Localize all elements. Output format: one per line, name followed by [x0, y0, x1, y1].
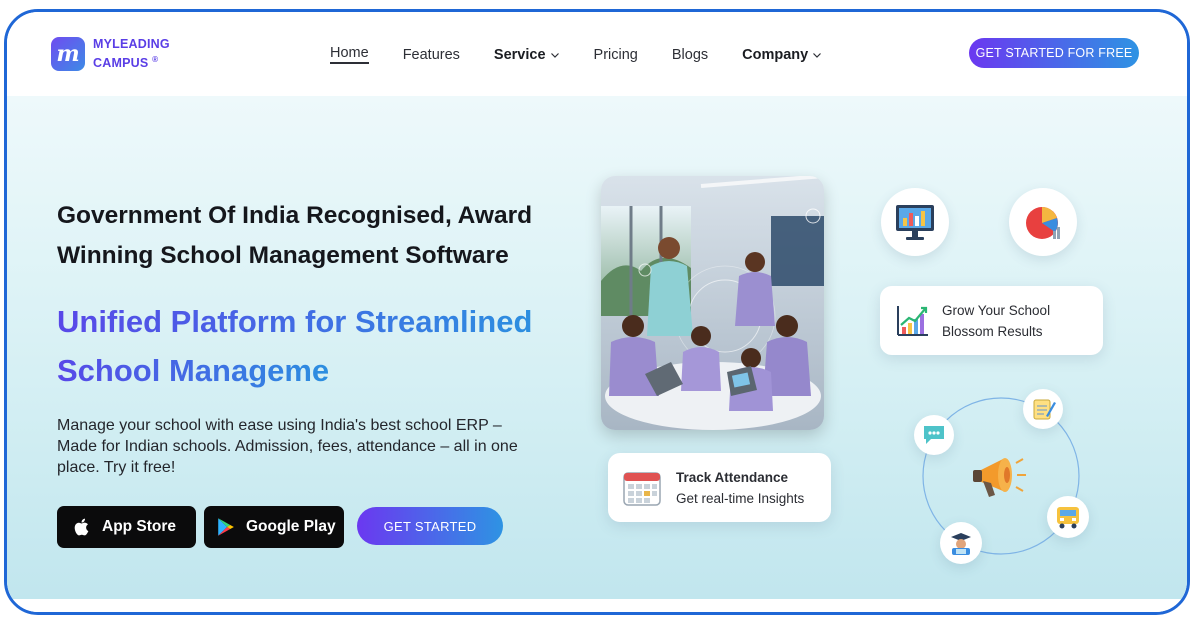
chevron-down-icon — [813, 52, 822, 58]
nav-label-features: Features — [402, 46, 460, 63]
main-menu: Home Features Service Pricing Blogs Comp… — [330, 45, 856, 64]
nav-label-pricing: Pricing — [593, 46, 638, 63]
google-play-button[interactable]: Google Play — [204, 506, 344, 548]
attendance-title: Track Attendance — [676, 469, 789, 485]
nav-label-blogs: Blogs — [671, 46, 709, 63]
monitor-chart-badge — [881, 188, 949, 256]
megaphone-badge — [963, 450, 1037, 504]
grow-text: Grow Your School Blossom Results — [942, 300, 1050, 342]
hero-description-line3: place. Try it free! — [57, 459, 176, 476]
nav-item-service[interactable]: Service — [494, 45, 560, 64]
megaphone-icon — [973, 458, 1026, 497]
calendar-icon — [623, 471, 661, 506]
grow-title: Grow Your School — [942, 302, 1051, 318]
brand-name: MYLEADING CAMPUS ® — [93, 36, 170, 71]
nav-item-pricing[interactable]: Pricing — [594, 45, 638, 64]
registered-mark: ® — [152, 55, 159, 64]
pie-chart-icon — [1026, 207, 1060, 239]
chat-bubble-icon — [924, 426, 944, 444]
hero-description: Manage your school with ease using India… — [57, 415, 567, 478]
brand-line1: MYLEADING — [93, 37, 170, 51]
top-navbar: m MYLEADING CAMPUS ® Home Features Servi… — [7, 12, 1187, 97]
school-bus-badge — [1047, 496, 1089, 538]
nav-item-home[interactable]: Home — [330, 45, 369, 64]
brand-logo[interactable]: m MYLEADING CAMPUS ® — [51, 36, 170, 71]
app-store-label: App Store — [102, 518, 177, 535]
logo-mark-icon: m — [51, 36, 85, 71]
get-started-button[interactable]: GET STARTED — [357, 507, 503, 545]
graduate-icon — [951, 533, 971, 555]
hero-description-line2: Made for Indian schools. Admission, fees… — [57, 438, 518, 455]
classroom-illustration — [601, 176, 824, 430]
monitor-chart-icon — [896, 205, 934, 240]
classroom-photo — [601, 176, 824, 430]
hero-title-line2: Winning School Management Software — [57, 242, 509, 269]
brand-line2-wrap: CAMPUS ® — [93, 52, 170, 71]
pie-chart-badge — [1009, 188, 1077, 256]
nav-item-blogs[interactable]: Blogs — [672, 45, 708, 64]
track-attendance-card: Track Attendance Get real-time Insights — [608, 453, 831, 522]
app-store-button[interactable]: App Store — [57, 506, 196, 548]
nav-label-home: Home — [330, 45, 369, 61]
hero-title-line1: Government Of India Recognised, Award — [57, 202, 533, 229]
section-divider — [7, 599, 1187, 612]
attendance-text: Track Attendance Get real-time Insights — [676, 467, 804, 509]
hero-subtitle-line1: Unified Platform for Streamlined — [57, 304, 533, 339]
hero-subtitle-line2: School Manageme — [57, 353, 330, 388]
chevron-down-icon — [550, 52, 559, 58]
google-play-label: Google Play — [246, 518, 336, 535]
nav-label-service: Service — [493, 46, 546, 63]
growth-chart-icon — [897, 305, 928, 336]
hero-subtitle: Unified Platform for Streamlined School … — [57, 297, 577, 395]
google-play-icon — [218, 518, 234, 536]
brand-line2: CAMPUS — [93, 56, 149, 71]
notepad-icon — [1033, 399, 1056, 420]
hero-title: Government Of India Recognised, Award Wi… — [57, 196, 577, 276]
grow-school-card: Grow Your School Blossom Results — [880, 286, 1103, 355]
apple-icon — [74, 518, 89, 536]
nav-item-features[interactable]: Features — [403, 45, 460, 64]
nav-item-company[interactable]: Company — [742, 45, 822, 64]
nav-label-company: Company — [742, 46, 809, 63]
hero-description-line1: Manage your school with ease using India… — [57, 417, 502, 434]
attendance-subtitle: Get real-time Insights — [676, 490, 805, 506]
school-bus-icon — [1057, 507, 1079, 529]
grow-subtitle: Blossom Results — [942, 323, 1043, 339]
chat-badge — [914, 415, 954, 455]
graduate-badge — [940, 522, 982, 564]
notepad-badge — [1023, 389, 1063, 429]
get-started-free-button[interactable]: GET STARTED FOR FREE — [969, 38, 1139, 68]
